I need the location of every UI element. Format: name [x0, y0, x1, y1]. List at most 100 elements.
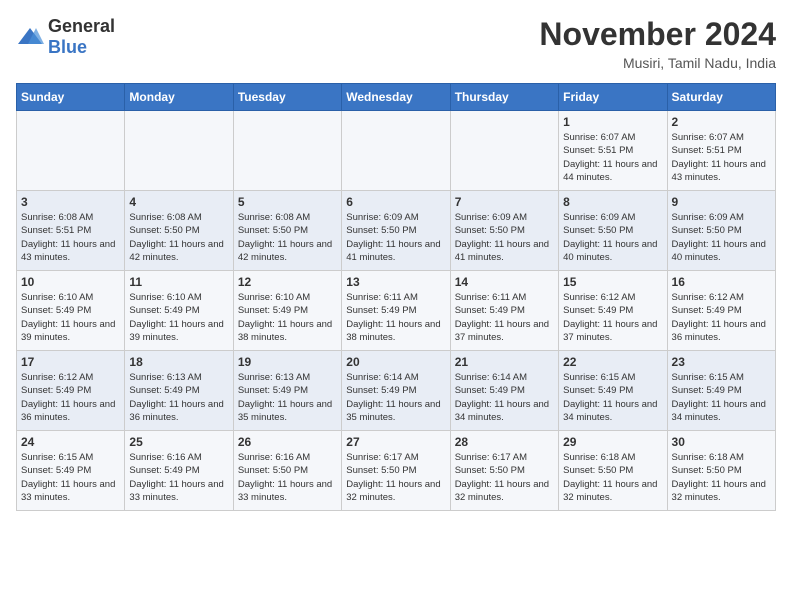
calendar-body: 1Sunrise: 6:07 AM Sunset: 5:51 PM Daylig… [17, 111, 776, 511]
calendar-cell [450, 111, 558, 191]
day-number: 29 [563, 435, 662, 449]
day-number: 17 [21, 355, 120, 369]
title-section: November 2024 Musiri, Tamil Nadu, India [539, 16, 776, 71]
day-header-tuesday: Tuesday [233, 84, 341, 111]
calendar-week-row: 24Sunrise: 6:15 AM Sunset: 5:49 PM Dayli… [17, 431, 776, 511]
day-info: Sunrise: 6:10 AM Sunset: 5:49 PM Dayligh… [238, 291, 337, 344]
calendar-cell [233, 111, 341, 191]
day-info: Sunrise: 6:17 AM Sunset: 5:50 PM Dayligh… [455, 451, 554, 504]
calendar-cell: 25 Sunrise: 6:16 AM Sunset: 5:49 PM Dayli… [125, 431, 233, 511]
day-info: Sunrise: 6:08 AM Sunset: 5:51 PM Dayligh… [21, 211, 120, 264]
calendar-cell: 1Sunrise: 6:07 AM Sunset: 5:51 PM Daylig… [559, 111, 667, 191]
logo-icon [16, 26, 44, 48]
calendar-cell: 14Sunrise: 6:11 AM Sunset: 5:49 PM Dayli… [450, 271, 558, 351]
day-info: Sunrise: 6:15 AM Sunset: 5:49 PM Dayligh… [21, 451, 120, 504]
day-number: 5 [238, 195, 337, 209]
day-info: Sunrise: 6:16 AM Sunset: 5:50 PM Dayligh… [238, 451, 337, 504]
day-number: 13 [346, 275, 445, 289]
day-number: 28 [455, 435, 554, 449]
day-info: Sunrise: 6:10 AM Sunset: 5:49 PM Dayligh… [129, 291, 228, 344]
day-number: 3 [21, 195, 120, 209]
calendar-cell: 6 Sunrise: 6:09 AM Sunset: 5:50 PM Daylig… [342, 191, 450, 271]
day-header-thursday: Thursday [450, 84, 558, 111]
day-number: 8 [563, 195, 662, 209]
day-info: Sunrise: 6:14 AM Sunset: 5:49 PM Dayligh… [346, 371, 445, 424]
day-info: Sunrise: 6:14 AM Sunset: 5:49 PM Dayligh… [455, 371, 554, 424]
calendar-cell: 21 Sunrise: 6:14 AM Sunset: 5:49 PM Dayli… [450, 351, 558, 431]
calendar-cell: 24Sunrise: 6:15 AM Sunset: 5:49 PM Dayli… [17, 431, 125, 511]
calendar-cell: 29 Sunrise: 6:18 AM Sunset: 5:50 PM Dayli… [559, 431, 667, 511]
calendar-cell [125, 111, 233, 191]
day-info: Sunrise: 6:18 AM Sunset: 5:50 PM Dayligh… [563, 451, 662, 504]
day-header-saturday: Saturday [667, 84, 775, 111]
logo-text: General Blue [48, 16, 115, 58]
day-info: Sunrise: 6:11 AM Sunset: 5:49 PM Dayligh… [346, 291, 445, 344]
day-number: 6 [346, 195, 445, 209]
calendar-cell [342, 111, 450, 191]
day-info: Sunrise: 6:15 AM Sunset: 5:49 PM Dayligh… [672, 371, 771, 424]
calendar-week-row: 1Sunrise: 6:07 AM Sunset: 5:51 PM Daylig… [17, 111, 776, 191]
day-info: Sunrise: 6:08 AM Sunset: 5:50 PM Dayligh… [238, 211, 337, 264]
calendar-cell: 9 Sunrise: 6:09 AM Sunset: 5:50 PM Daylig… [667, 191, 775, 271]
day-info: Sunrise: 6:18 AM Sunset: 5:50 PM Dayligh… [672, 451, 771, 504]
calendar-cell: 26 Sunrise: 6:16 AM Sunset: 5:50 PM Dayli… [233, 431, 341, 511]
calendar-cell: 30 Sunrise: 6:18 AM Sunset: 5:50 PM Dayli… [667, 431, 775, 511]
calendar-cell: 27Sunrise: 6:17 AM Sunset: 5:50 PM Dayli… [342, 431, 450, 511]
calendar-cell: 12 Sunrise: 6:10 AM Sunset: 5:49 PM Dayli… [233, 271, 341, 351]
day-info: Sunrise: 6:09 AM Sunset: 5:50 PM Dayligh… [346, 211, 445, 264]
calendar-week-row: 10 Sunrise: 6:10 AM Sunset: 5:49 PM Dayli… [17, 271, 776, 351]
logo-general: General [48, 16, 115, 36]
calendar-cell: 15Sunrise: 6:12 AM Sunset: 5:49 PM Dayli… [559, 271, 667, 351]
day-number: 10 [21, 275, 120, 289]
day-number: 21 [455, 355, 554, 369]
calendar-header-row: SundayMondayTuesdayWednesdayThursdayFrid… [17, 84, 776, 111]
calendar-cell: 10 Sunrise: 6:10 AM Sunset: 5:49 PM Dayli… [17, 271, 125, 351]
day-number: 19 [238, 355, 337, 369]
calendar-cell: 28 Sunrise: 6:17 AM Sunset: 5:50 PM Dayli… [450, 431, 558, 511]
calendar-cell: 20 Sunrise: 6:14 AM Sunset: 5:49 PM Dayli… [342, 351, 450, 431]
calendar-week-row: 3 Sunrise: 6:08 AM Sunset: 5:51 PM Daylig… [17, 191, 776, 271]
calendar-cell [17, 111, 125, 191]
logo: General Blue [16, 16, 115, 58]
day-info: Sunrise: 6:07 AM Sunset: 5:51 PM Dayligh… [563, 131, 662, 184]
calendar-cell: 17Sunrise: 6:12 AM Sunset: 5:49 PM Dayli… [17, 351, 125, 431]
calendar-cell: 13 Sunrise: 6:11 AM Sunset: 5:49 PM Dayli… [342, 271, 450, 351]
calendar-subtitle: Musiri, Tamil Nadu, India [539, 55, 776, 71]
calendar-cell: 5 Sunrise: 6:08 AM Sunset: 5:50 PM Daylig… [233, 191, 341, 271]
calendar-cell: 19 Sunrise: 6:13 AM Sunset: 5:49 PM Dayli… [233, 351, 341, 431]
day-header-friday: Friday [559, 84, 667, 111]
day-header-monday: Monday [125, 84, 233, 111]
calendar-cell: 11 Sunrise: 6:10 AM Sunset: 5:49 PM Dayli… [125, 271, 233, 351]
calendar-table: SundayMondayTuesdayWednesdayThursdayFrid… [16, 83, 776, 511]
day-info: Sunrise: 6:13 AM Sunset: 5:49 PM Dayligh… [129, 371, 228, 424]
day-number: 25 [129, 435, 228, 449]
calendar-cell: 3 Sunrise: 6:08 AM Sunset: 5:51 PM Daylig… [17, 191, 125, 271]
calendar-week-row: 17Sunrise: 6:12 AM Sunset: 5:49 PM Dayli… [17, 351, 776, 431]
day-info: Sunrise: 6:13 AM Sunset: 5:49 PM Dayligh… [238, 371, 337, 424]
day-info: Sunrise: 6:10 AM Sunset: 5:49 PM Dayligh… [21, 291, 120, 344]
day-info: Sunrise: 6:09 AM Sunset: 5:50 PM Dayligh… [455, 211, 554, 264]
day-info: Sunrise: 6:08 AM Sunset: 5:50 PM Dayligh… [129, 211, 228, 264]
day-number: 11 [129, 275, 228, 289]
day-info: Sunrise: 6:16 AM Sunset: 5:49 PM Dayligh… [129, 451, 228, 504]
header: General Blue November 2024 Musiri, Tamil… [16, 16, 776, 71]
day-number: 20 [346, 355, 445, 369]
day-number: 27 [346, 435, 445, 449]
day-number: 9 [672, 195, 771, 209]
day-number: 12 [238, 275, 337, 289]
calendar-title: November 2024 [539, 16, 776, 53]
day-number: 22 [563, 355, 662, 369]
calendar-cell: 18Sunrise: 6:13 AM Sunset: 5:49 PM Dayli… [125, 351, 233, 431]
calendar-cell: 2 Sunrise: 6:07 AM Sunset: 5:51 PM Daylig… [667, 111, 775, 191]
day-info: Sunrise: 6:15 AM Sunset: 5:49 PM Dayligh… [563, 371, 662, 424]
day-number: 26 [238, 435, 337, 449]
day-header-wednesday: Wednesday [342, 84, 450, 111]
day-header-sunday: Sunday [17, 84, 125, 111]
day-info: Sunrise: 6:07 AM Sunset: 5:51 PM Dayligh… [672, 131, 771, 184]
day-number: 2 [672, 115, 771, 129]
day-number: 30 [672, 435, 771, 449]
day-info: Sunrise: 6:09 AM Sunset: 5:50 PM Dayligh… [563, 211, 662, 264]
day-info: Sunrise: 6:09 AM Sunset: 5:50 PM Dayligh… [672, 211, 771, 264]
logo-blue: Blue [48, 37, 87, 57]
calendar-cell: 16Sunrise: 6:12 AM Sunset: 5:49 PM Dayli… [667, 271, 775, 351]
